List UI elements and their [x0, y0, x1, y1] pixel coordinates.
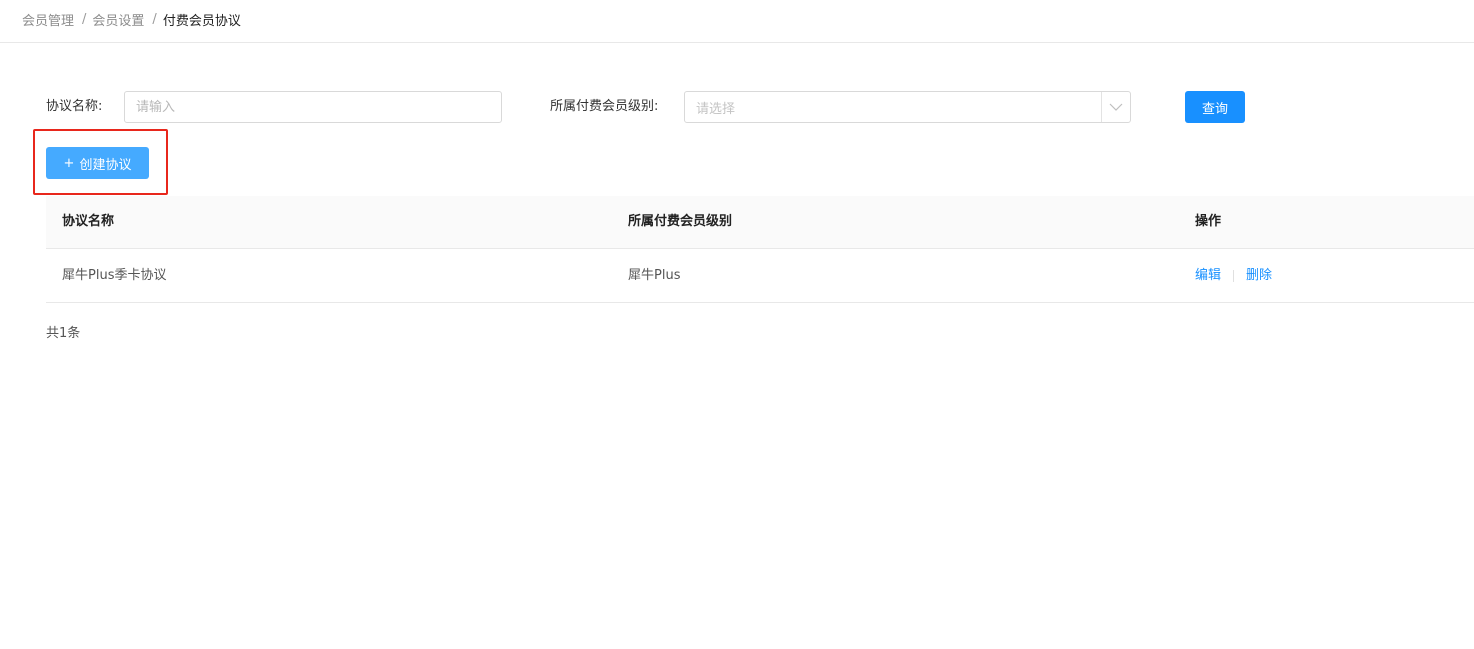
- breadcrumb-item-current: 付费会员协议: [162, 13, 241, 29]
- column-header-member-level: 所属付费会员级别: [628, 214, 733, 229]
- column-header-actions: 操作: [1195, 214, 1222, 229]
- create-agreement-button[interactable]: + 创建协议: [46, 147, 149, 179]
- header-divider: [0, 42, 1474, 43]
- member-level-select[interactable]: 请选择: [684, 91, 1131, 123]
- page: 会员管理 / 会员设置 / 付费会员协议 协议名称: 所属付费会员级别: 请选择…: [0, 0, 1474, 649]
- delete-link[interactable]: 删除: [1246, 268, 1272, 283]
- member-level-select-placeholder: 请选择: [696, 101, 736, 117]
- cell-member-level: 犀牛Plus: [628, 268, 681, 283]
- breadcrumb-item-member-settings[interactable]: 会员设置: [92, 10, 144, 29]
- cell-actions: 编辑 删除: [1195, 249, 1272, 302]
- action-divider: [1233, 269, 1235, 282]
- table-row: 犀牛Plus季卡协议 犀牛Plus 编辑 删除: [46, 249, 1474, 303]
- cell-agreement-name: 犀牛Plus季卡协议: [62, 268, 167, 283]
- breadcrumb-separator: /: [82, 11, 87, 27]
- breadcrumb-item-member-management[interactable]: 会员管理: [22, 10, 74, 29]
- chevron-down-icon[interactable]: [1101, 92, 1130, 122]
- edit-link[interactable]: 编辑: [1195, 268, 1221, 283]
- breadcrumb: 会员管理 / 会员设置 / 付费会员协议: [22, 9, 241, 29]
- column-header-agreement-name: 协议名称: [62, 214, 115, 229]
- member-level-label: 所属付费会员级别:: [550, 99, 659, 114]
- agreement-name-label: 协议名称:: [46, 99, 103, 114]
- table-header: 协议名称 所属付费会员级别 操作: [46, 196, 1474, 249]
- create-agreement-label: 创建协议: [79, 157, 132, 173]
- agreement-name-input[interactable]: [124, 91, 502, 123]
- plus-icon: +: [63, 155, 75, 171]
- query-button[interactable]: 查询: [1185, 91, 1245, 123]
- total-count: 共1条: [46, 326, 81, 341]
- breadcrumb-separator: /: [152, 11, 157, 27]
